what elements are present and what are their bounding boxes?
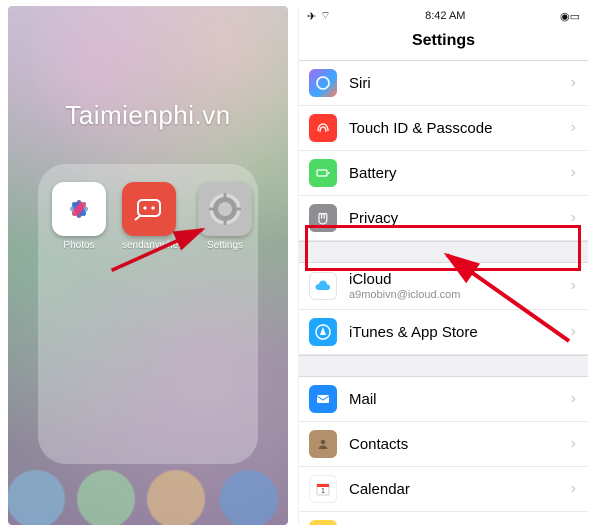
row-siri[interactable]: Siri › xyxy=(299,61,588,106)
calendar-icon: 1 xyxy=(309,475,337,503)
chevron-right-icon: › xyxy=(571,390,576,408)
row-label: Calendar xyxy=(349,481,571,498)
icloud-icon xyxy=(309,272,337,300)
svg-text:1: 1 xyxy=(321,488,325,495)
row-privacy[interactable]: Privacy › xyxy=(299,196,588,241)
app-label: sendanywhere xyxy=(122,240,182,251)
appstore-icon xyxy=(309,318,337,346)
chevron-right-icon: › xyxy=(571,164,576,182)
row-label: Privacy xyxy=(349,210,571,227)
section-separator xyxy=(299,355,588,377)
row-label: Battery xyxy=(349,165,571,182)
row-label: iTunes & App Store xyxy=(349,324,571,341)
page-title: Settings xyxy=(299,26,588,61)
row-label: iCloud xyxy=(349,271,571,288)
row-label: Siri xyxy=(349,75,571,92)
hand-privacy-icon xyxy=(309,204,337,232)
chevron-right-icon: › xyxy=(571,74,576,92)
row-notes[interactable]: Notes › xyxy=(299,512,588,525)
app-settings[interactable]: Settings xyxy=(198,182,252,251)
app-label: Photos xyxy=(52,240,106,251)
airplane-mode-icon: ✈ xyxy=(307,10,316,23)
chevron-right-icon: › xyxy=(571,277,576,295)
mail-icon xyxy=(309,385,337,413)
chevron-right-icon: › xyxy=(571,323,576,341)
photos-icon xyxy=(52,182,106,236)
battery-icon xyxy=(309,159,337,187)
row-label: Touch ID & Passcode xyxy=(349,120,571,137)
ios-home-folder-screenshot: Taimienphi.vn xyxy=(8,6,288,525)
contacts-icon xyxy=(309,430,337,458)
row-label: Mail xyxy=(349,391,571,408)
status-time: 8:42 AM xyxy=(425,10,465,22)
section-separator xyxy=(299,241,588,263)
chevron-right-icon: › xyxy=(571,209,576,227)
chevron-right-icon: › xyxy=(571,435,576,453)
row-subtitle: a9mobivn@icloud.com xyxy=(349,289,571,301)
sendanywhere-icon xyxy=(122,182,176,236)
row-battery[interactable]: Battery › xyxy=(299,151,588,196)
wifi-icon: ⌔ xyxy=(320,9,330,23)
settings-gear-icon xyxy=(198,182,252,236)
status-bar: ✈ ⌔ 8:42 AM ◉▭ xyxy=(299,6,588,26)
app-folder[interactable]: Photos sendanywhere xyxy=(38,164,258,464)
watermark-text: Taimienphi.vn xyxy=(8,100,288,131)
chevron-right-icon: › xyxy=(571,480,576,498)
battery-icon: ◉▭ xyxy=(560,10,580,23)
notes-icon xyxy=(309,520,337,525)
row-label: Contacts xyxy=(349,436,571,453)
row-icloud[interactable]: iCloud a9mobivn@icloud.com › xyxy=(299,263,588,310)
settings-list: Siri › Touch ID & Passcode › Battery › xyxy=(299,61,588,525)
row-calendar[interactable]: 1 Calendar › xyxy=(299,467,588,512)
row-itunes-appstore[interactable]: iTunes & App Store › xyxy=(299,310,588,355)
chevron-right-icon: › xyxy=(571,119,576,137)
row-touch-id[interactable]: Touch ID & Passcode › xyxy=(299,106,588,151)
ios-settings-screenshot: ✈ ⌔ 8:42 AM ◉▭ Settings Siri › Touch xyxy=(298,6,588,525)
app-photos[interactable]: Photos xyxy=(52,182,106,251)
row-mail[interactable]: Mail › xyxy=(299,377,588,422)
row-contacts[interactable]: Contacts › xyxy=(299,422,588,467)
fingerprint-icon xyxy=(309,114,337,142)
app-label: Settings xyxy=(198,240,252,251)
siri-icon xyxy=(309,69,337,97)
app-sendanywhere[interactable]: sendanywhere xyxy=(122,182,182,251)
